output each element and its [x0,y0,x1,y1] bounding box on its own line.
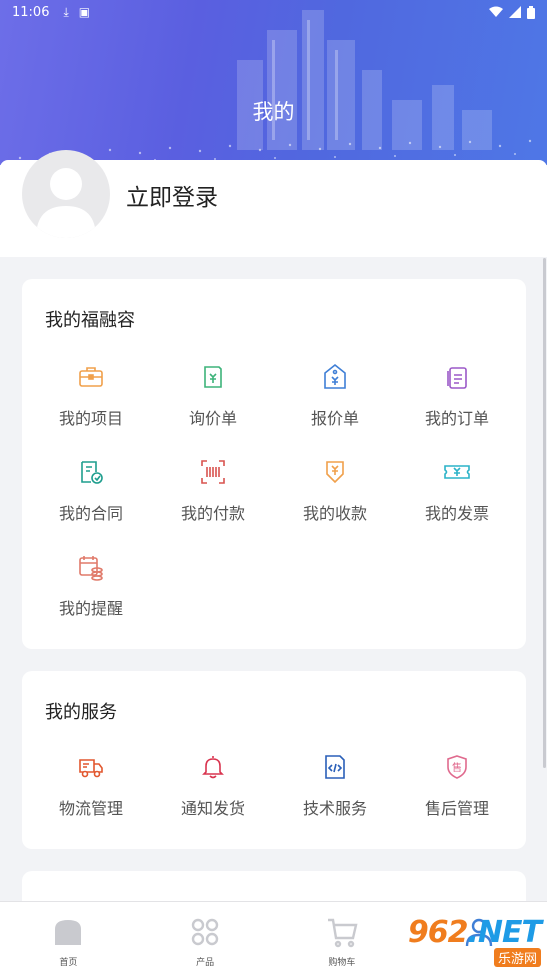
nav-label: 产品 [196,958,215,968]
wifi-icon [489,6,503,17]
menu-item-label: 我的发票 [424,504,489,523]
avatar[interactable] [22,150,110,238]
signal-icon [509,6,521,18]
menu-item-label: 报价单 [310,409,359,428]
menu-item-my-orders[interactable]: 我的订单 [396,363,518,429]
menu-item-inquiry[interactable]: 询价单 [152,363,274,429]
menu-item-my-contracts[interactable]: 我的合同 [30,458,152,524]
watermark-tld: .NET [467,915,542,950]
code-doc-icon [325,755,345,779]
menu-item-label: 售后管理 [424,799,489,818]
briefcase-icon [79,367,103,387]
section-title: 我的服务 [45,702,117,723]
menu-item-notify-shipping[interactable]: 通知发货 [152,753,274,819]
battery-icon [527,5,535,19]
menu-item-tech-service[interactable]: 技术服务 [274,753,396,819]
menu-item-my-payments[interactable]: 我的付款 [152,458,274,524]
watermark-logo: 962.NET 乐游网 [407,915,542,967]
order-doc-icon [447,367,467,389]
truck-icon [79,759,103,778]
scrollbar[interactable] [543,258,546,768]
contract-icon [81,461,103,484]
nav-products[interactable]: 产品 [137,902,274,974]
login-button[interactable]: 立即登录 [126,178,218,212]
receive-money-icon [326,461,344,484]
menu-item-after-sales[interactable]: 售 售后管理 [396,753,518,819]
menu-item-label: 我的提醒 [58,599,123,618]
menu-item-logistics[interactable]: 物流管理 [30,753,152,819]
menu-item-label: 技术服务 [302,799,367,818]
menu-item-quotation[interactable]: 报价单 [274,363,396,429]
header: 11:06 ⤓ ▣ 我的 [0,0,547,165]
default-avatar-icon [36,168,96,238]
menu-item-my-invoices[interactable]: 我的发票 [396,458,518,524]
invoice-ticket-icon [444,465,470,479]
reminder-calendar-icon [79,556,103,581]
menu-item-label: 我的订单 [424,409,489,428]
menu-item-label: 物流管理 [58,799,123,818]
menu-item-label: 我的合同 [58,504,123,523]
nav-label: 购物车 [328,958,356,968]
nav-label: 首页 [59,958,78,968]
nav-cart[interactable]: 购物车 [274,902,411,974]
section-my-fuzhurong: 我的福融容 我的项目 询价单 报价单 我的订单 我的合同 我的付款 我的收款 我… [22,279,526,649]
home-icon [55,920,82,945]
menu-item-my-projects[interactable]: 我的项目 [30,363,152,429]
profile-card[interactable]: 立即登录 [0,150,547,257]
menu-item-label: 我的付款 [180,504,245,523]
menu-item-label: 我的项目 [58,409,123,428]
menu-item-label: 我的收款 [302,504,367,523]
cart-icon [327,918,358,948]
watermark-brand: 962 [407,915,469,950]
menu-item-my-reminders[interactable]: 我的提醒 [30,553,152,619]
page-title: 我的 [252,100,295,124]
barcode-scan-icon [201,460,225,484]
menu-item-label: 询价单 [188,409,237,428]
watermark-sub: 乐游网 [493,948,541,967]
svg-text:售: 售 [452,761,462,774]
bell-icon [202,756,224,779]
section-my-services: 我的服务 物流管理 通知发货 技术服务 售 售后管理 [22,671,526,849]
inquiry-doc-icon [204,366,222,388]
after-sales-shield-icon: 售 [447,755,467,779]
price-tag-icon [324,363,346,389]
nav-home[interactable]: 首页 [0,902,137,974]
section-title: 我的福融容 [45,310,135,331]
grid-apps-icon [191,918,219,946]
notification-icon: ▣ [78,5,91,19]
menu-item-label: 通知发货 [180,799,245,818]
menu-item-my-receipts[interactable]: 我的收款 [274,458,396,524]
status-time: 11:06 [12,4,50,20]
status-bar: 11:06 ⤓ ▣ [0,0,547,24]
download-icon: ⤓ [63,4,69,19]
